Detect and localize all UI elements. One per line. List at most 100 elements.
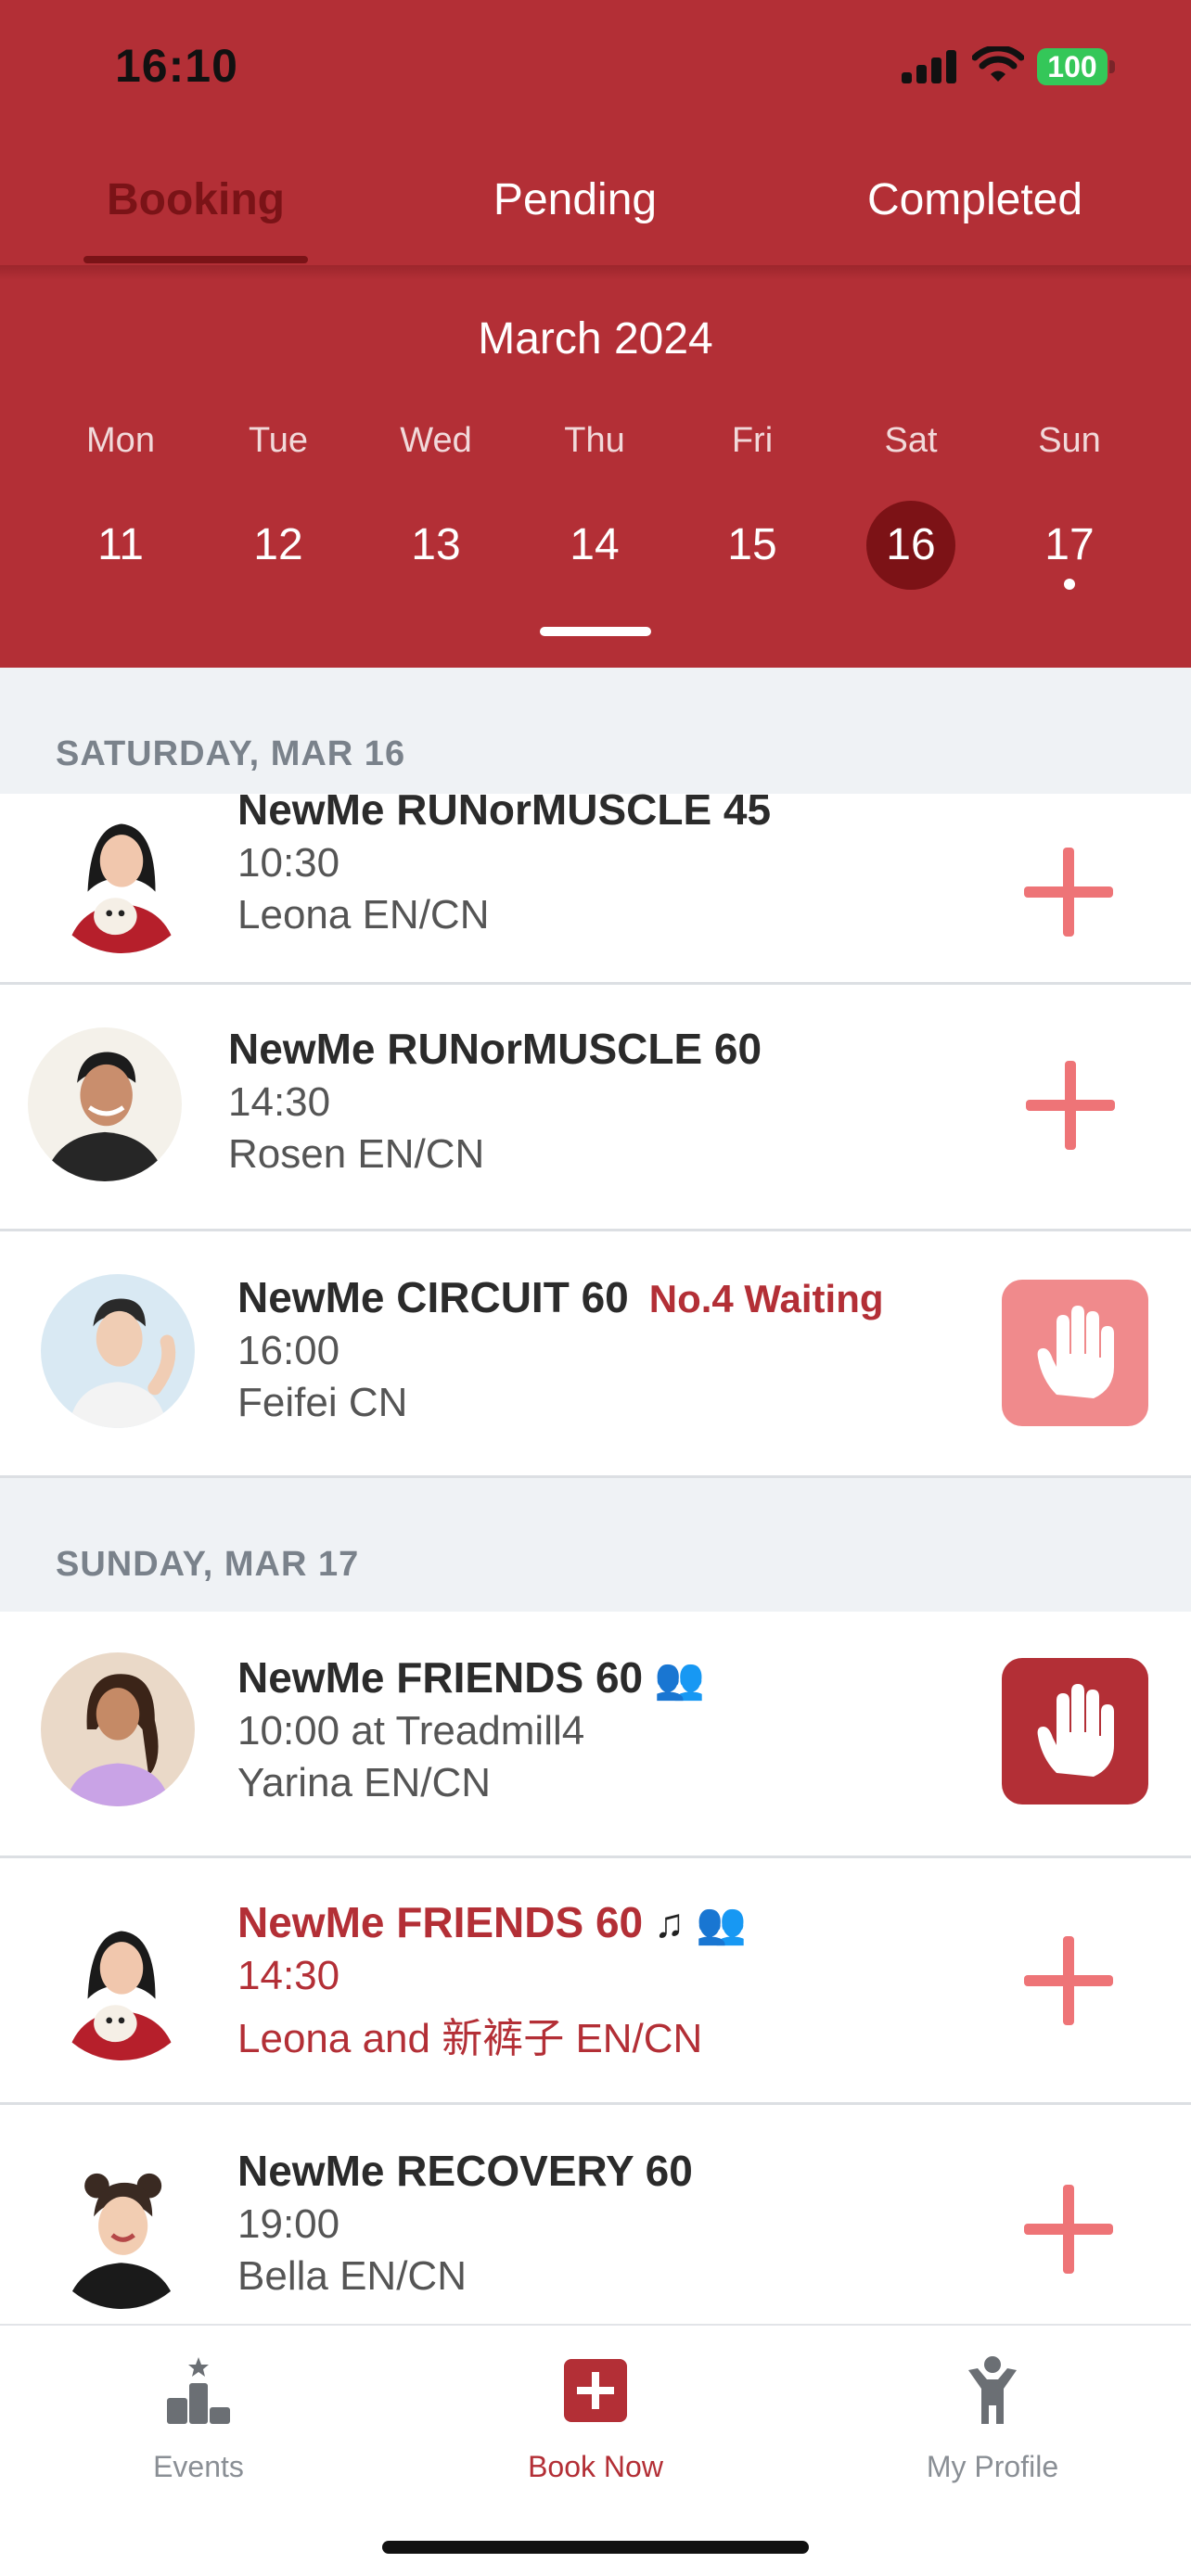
class-coach: Yarina EN/CN <box>237 1760 492 1805</box>
music-note-icon: ♫ <box>654 1901 685 1946</box>
weekday-label: Tue <box>248 421 309 460</box>
coach-avatar <box>28 1027 182 1181</box>
battery-level: 100 <box>1037 48 1108 85</box>
tab-pending[interactable]: Pending <box>464 174 686 225</box>
class-title: NewMe CIRCUIT 60 <box>237 1273 629 1321</box>
tab-booking[interactable]: Booking <box>83 174 308 225</box>
coach-avatar <box>41 1274 195 1428</box>
coach-avatar <box>45 799 198 953</box>
add-booking-button[interactable] <box>1026 1061 1115 1150</box>
class-coach: Bella EN/CN <box>237 2253 467 2299</box>
section-date: SUNDAY, MAR 17 <box>56 1545 360 1584</box>
class-coach: Rosen EN/CN <box>228 1131 485 1177</box>
has-booking-dot <box>1064 579 1075 590</box>
class-info: NewMe FRIENDS 60 👥 10:00 at Treadmill4 Ya… <box>237 1652 705 1806</box>
cellular-signal-icon <box>902 50 957 83</box>
date-number: 17 <box>1044 520 1095 569</box>
podium-icon <box>167 2357 230 2424</box>
class-info: NewMe RUNorMUSCLE 45 10:30 Leona EN/CN <box>237 784 771 938</box>
class-row[interactable]: NewMe CIRCUIT 60 No.4 Waiting 16:00 Feife… <box>0 1231 1191 1478</box>
segment-tabs: Booking Pending Completed <box>0 148 1191 269</box>
coach-avatar <box>41 1652 195 1806</box>
weekday-label: Sun <box>1038 421 1101 460</box>
tab-label: My Profile <box>926 2450 1059 2483</box>
class-title-line: NewMe FRIENDS 60 👥 <box>237 1652 705 1702</box>
class-title: NewMe FRIENDS 60 <box>237 1898 644 1946</box>
class-time: 10:30 <box>237 840 340 886</box>
class-row[interactable]: NewMe RUNorMUSCLE 60 14:30 Rosen EN/CN <box>0 985 1191 1231</box>
coach-avatar <box>45 2155 198 2309</box>
calendar-expand-handle[interactable] <box>540 627 651 636</box>
status-bar: 16:10 100 <box>0 0 1191 130</box>
friends-icon: 👥 <box>696 1901 747 1946</box>
waitlist-button[interactable] <box>1002 1280 1148 1426</box>
date-number: 14 <box>570 520 620 569</box>
class-info: NewMe RUNorMUSCLE 60 14:30 Rosen EN/CN <box>228 1024 762 1178</box>
class-info: NewMe CIRCUIT 60 No.4 Waiting 16:00 Feife… <box>237 1272 884 1426</box>
class-coach: Feifei CN <box>237 1380 408 1425</box>
class-time: 10:00 at Treadmill4 <box>237 1708 585 1753</box>
class-title: NewMe RECOVERY 60 <box>237 2147 693 2195</box>
class-row[interactable]: NewMe RUNorMUSCLE 45 10:30 Leona EN/CN <box>0 785 1191 985</box>
section-header: SATURDAY, MAR 16 <box>0 668 1191 801</box>
active-tab-indicator <box>83 256 308 263</box>
header: 16:10 100 Booking Pending Completed Marc… <box>0 0 1191 668</box>
waitlist-joined-button[interactable] <box>1002 1658 1148 1804</box>
class-list[interactable]: SATURDAY, MAR 16 NewMe RUNorMUSCLE 45 10… <box>0 668 1191 2324</box>
date-number: 13 <box>411 520 461 569</box>
date-13[interactable]: 13 <box>357 512 515 601</box>
class-time: 14:30 <box>237 1953 340 1998</box>
class-title: NewMe FRIENDS 60 <box>237 1653 644 1702</box>
home-indicator <box>382 2541 809 2554</box>
weekday-label: Thu <box>564 421 625 460</box>
class-row[interactable]: NewMe FRIENDS 60 👥 10:00 at Treadmill4 Ya… <box>0 1612 1191 1858</box>
calendar-month: March 2024 <box>478 314 713 363</box>
tab-label: Events <box>153 2450 244 2483</box>
class-title-line: NewMe CIRCUIT 60 No.4 Waiting <box>237 1272 884 1322</box>
tab-completed[interactable]: Completed <box>835 174 1115 225</box>
person-icon <box>968 2356 1017 2424</box>
add-booking-button[interactable] <box>1024 848 1113 937</box>
weekday-label: Sat <box>884 421 938 460</box>
class-coach: Leona EN/CN <box>237 892 490 937</box>
class-title: NewMe RUNorMUSCLE 45 <box>237 785 772 834</box>
weekday-label: Fri <box>731 421 774 460</box>
weekday-label: Mon <box>86 421 155 460</box>
class-time: 16:00 <box>237 1328 340 1373</box>
class-coach: Leona and 新裤子 EN/CN <box>237 2016 703 2061</box>
date-12[interactable]: 12 <box>199 512 357 601</box>
friends-icon: 👥 <box>654 1656 705 1702</box>
battery-icon: 100 <box>1037 48 1115 85</box>
bottom-tab-bar: Events Book Now My Profile <box>0 2324 1191 2576</box>
date-11[interactable]: 11 <box>42 512 199 601</box>
date-16-selected[interactable]: 16 <box>832 501 990 601</box>
date-15[interactable]: 15 <box>673 512 831 601</box>
date-17[interactable]: 17 <box>991 512 1148 601</box>
class-title: NewMe RUNorMUSCLE 60 <box>228 1025 762 1073</box>
date-number: 12 <box>253 520 303 569</box>
coach-avatar <box>45 1906 198 2060</box>
status-time: 16:10 <box>115 40 238 92</box>
add-booking-button[interactable] <box>1024 2185 1113 2274</box>
date-14[interactable]: 14 <box>516 512 673 601</box>
add-booking-button[interactable] <box>1024 1936 1113 2025</box>
wifi-icon <box>972 46 1024 82</box>
waitlist-position: No.4 Waiting <box>648 1277 884 1320</box>
class-info: NewMe RECOVERY 60 19:00 Bella EN/CN <box>237 2146 693 2300</box>
weekday-label: Wed <box>400 421 472 460</box>
book-plus-icon <box>564 2359 627 2422</box>
class-row[interactable]: NewMe FRIENDS 60 ♫ 👥 14:30 Leona and 新裤子 E… <box>0 1858 1191 2105</box>
section-header: SUNDAY, MAR 17 <box>0 1478 1191 1612</box>
class-info: NewMe FRIENDS 60 ♫ 👥 14:30 Leona and 新裤子 E… <box>237 1897 747 2064</box>
class-time: 19:00 <box>237 2201 340 2247</box>
raised-hand-icon <box>1037 1306 1114 1398</box>
date-number: 11 <box>97 520 144 569</box>
tab-label: Book Now <box>528 2450 663 2483</box>
raised-hand-icon <box>1037 1684 1114 1777</box>
section-date: SATURDAY, MAR 16 <box>56 734 406 773</box>
class-time: 14:30 <box>228 1079 331 1125</box>
date-number: 15 <box>727 520 777 569</box>
date-number: 16 <box>866 501 955 590</box>
class-title-line: NewMe FRIENDS 60 ♫ 👥 <box>237 1897 747 1947</box>
class-row[interactable]: NewMe RECOVERY 60 19:00 Bella EN/CN <box>0 2105 1191 2324</box>
